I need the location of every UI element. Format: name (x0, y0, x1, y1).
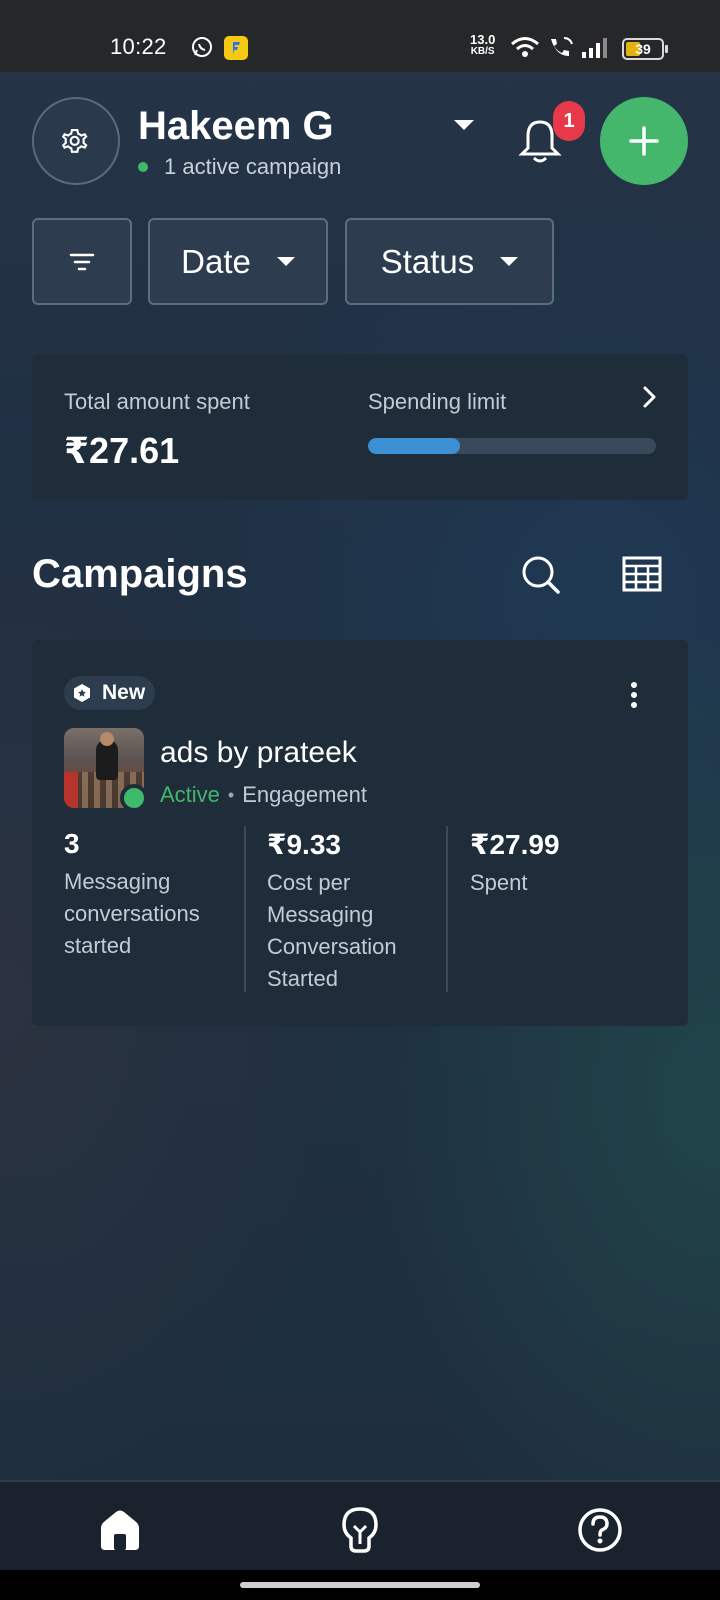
whatsapp-icon (192, 37, 212, 57)
date-filter-label: Date (181, 242, 251, 280)
network-speed: 13.0 KB/S (470, 32, 496, 58)
campaign-objective: Engagement (242, 782, 367, 807)
new-badge-label: New (102, 681, 146, 704)
metric-label: Cost per Messaging Conversation Started (267, 870, 397, 991)
metric-label: Spent (470, 870, 528, 895)
battery-level: 39 (635, 41, 651, 57)
plus-icon (629, 126, 659, 156)
date-filter-dropdown[interactable]: Date (148, 218, 328, 305)
chevron-right-icon[interactable] (640, 384, 660, 410)
notification-badge: 1 (553, 101, 585, 141)
campaign-meta: Active • Engagement (160, 782, 367, 808)
chevron-down-icon (276, 257, 295, 266)
total-spent-label: Total amount spent (64, 389, 250, 414)
network-speed-unit: KB/S (470, 46, 495, 57)
more-vertical-icon[interactable] (628, 680, 640, 710)
account-name[interactable]: Hakeem G (138, 104, 334, 149)
active-status-dot (120, 784, 148, 812)
app-screen: 10:22 13.0 KB/S 39 Hakeem G 1 active cam… (0, 0, 720, 1600)
spending-limit-progress (368, 438, 656, 454)
new-badge: New (64, 676, 156, 710)
network-speed-value: 13.0 (470, 32, 496, 47)
filter-icon (69, 253, 95, 270)
status-bar: 10:22 13.0 KB/S 39 (0, 0, 720, 72)
search-icon[interactable] (520, 554, 562, 596)
metric-divider (446, 826, 448, 992)
status-time: 10:22 (110, 34, 167, 59)
campaign-status: Active (160, 782, 220, 807)
chevron-down-icon (500, 257, 519, 266)
create-campaign-button[interactable] (600, 97, 688, 185)
wifi-call-icon (551, 37, 573, 56)
status-filter-label: Status (380, 242, 475, 280)
spend-summary-card[interactable]: Total amount spent ₹27.61 Spending limit (32, 354, 688, 500)
filter-button[interactable] (32, 218, 132, 305)
spending-limit-progress-fill (368, 438, 461, 454)
metric-spent: ₹27.99 Spent (470, 828, 640, 899)
metric-value: ₹27.99 (470, 829, 560, 860)
total-spent-value: ₹27.61 (64, 430, 180, 471)
home-icon (101, 1510, 139, 1550)
account-switcher-caret-icon[interactable] (454, 120, 474, 130)
gesture-area (0, 1570, 720, 1600)
bottom-navigation (0, 1480, 720, 1570)
nav-tips[interactable] (336, 1506, 384, 1554)
table-icon[interactable] (622, 556, 662, 592)
spending-limit-label: Spending limit (368, 389, 507, 414)
metric-value: 3 (64, 828, 80, 859)
account-status: 1 active campaign (138, 154, 341, 180)
campaign-name[interactable]: ads by prateek (160, 736, 357, 770)
nav-help[interactable] (576, 1506, 624, 1554)
metric-divider (244, 826, 246, 992)
settings-button[interactable] (32, 97, 120, 185)
signal-icon (582, 38, 607, 58)
campaign-card[interactable]: New ads by prateek Active • Engagement 3… (32, 640, 688, 1026)
help-icon (578, 1508, 622, 1552)
gear-icon (61, 128, 88, 153)
metric-cost-per-conversation: ₹9.33 Cost per Messaging Conversation St… (267, 828, 437, 995)
metric-label: Messaging conversations started (64, 869, 200, 958)
account-subtitle: 1 active campaign (164, 154, 342, 179)
wifi-icon (511, 37, 539, 57)
hexagon-star-icon (74, 684, 90, 702)
active-dot (138, 162, 148, 172)
nav-home[interactable] (96, 1506, 144, 1554)
section-title: Campaigns (32, 552, 248, 596)
metric-value: ₹9.33 (267, 829, 341, 860)
flipkart-icon (224, 36, 248, 60)
lightbulb-icon (342, 1507, 378, 1553)
gesture-handle[interactable] (240, 1582, 480, 1588)
meta-separator: • (227, 784, 235, 805)
metric-conversations: 3 Messaging conversations started (64, 828, 234, 962)
battery-icon: 39 (622, 38, 668, 60)
status-filter-dropdown[interactable]: Status (345, 218, 554, 305)
